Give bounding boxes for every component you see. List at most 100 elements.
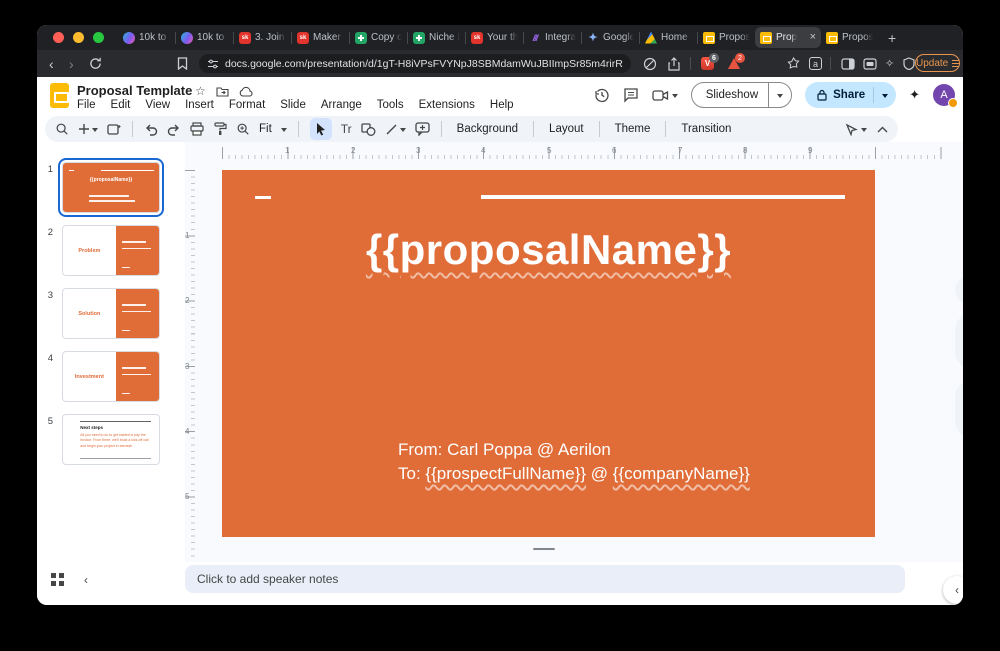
share-page-icon[interactable] <box>668 57 680 71</box>
menu-edit[interactable]: Edit <box>111 99 131 111</box>
zoom-window-button[interactable] <box>93 32 104 43</box>
browser-tab[interactable]: Copy of <box>350 27 407 48</box>
meet-video-icon[interactable] <box>652 89 678 102</box>
comments-icon[interactable] <box>623 87 639 103</box>
speaker-notes[interactable]: Click to add speaker notes <box>185 565 905 593</box>
search-menus-icon[interactable] <box>55 122 69 136</box>
menu-help[interactable]: Help <box>490 99 514 111</box>
layout-button[interactable]: Layout <box>545 123 588 135</box>
background-button[interactable]: Background <box>453 123 522 135</box>
text-box-tool[interactable]: Tr <box>341 122 352 136</box>
share-button[interactable]: Share <box>805 82 896 108</box>
paint-format-icon[interactable] <box>213 122 227 136</box>
slide-fromto-text[interactable]: From: Carl Poppa @ Aerilon To: {{prospec… <box>398 438 750 486</box>
share-dropdown[interactable] <box>874 90 896 101</box>
move-folder-icon[interactable] <box>216 86 229 97</box>
sidebar-toggle-icon[interactable] <box>841 58 855 70</box>
browser-tab[interactable]: 10k to $1 <box>176 27 233 48</box>
tab-search-icon[interactable] <box>863 58 877 70</box>
slide-thumbnail-2[interactable]: Problem <box>62 225 160 276</box>
collapse-filmstrip-icon[interactable]: ‹ <box>84 573 88 587</box>
browser-tab[interactable]: Proposal <box>698 27 755 48</box>
account-avatar[interactable]: A <box>933 84 955 106</box>
show-side-panel-button[interactable]: ‹ <box>943 576 963 604</box>
menu-file[interactable]: File <box>77 99 96 111</box>
slide-title-text[interactable]: {{proposalName}} <box>222 226 875 274</box>
print-icon[interactable] <box>190 122 204 136</box>
slide-thumbnail-5[interactable]: Next steps All you need to do to get sta… <box>62 414 160 465</box>
theme-button[interactable]: Theme <box>611 123 655 135</box>
minimize-window-button[interactable] <box>73 32 84 43</box>
menu-insert[interactable]: Insert <box>185 99 214 111</box>
cloud-status-icon[interactable] <box>239 86 253 97</box>
gemini-sparkle-icon[interactable]: ✦ <box>909 87 920 103</box>
forward-button[interactable]: › <box>69 57 74 71</box>
slide-canvas[interactable]: 1 2 3 4 5 6 7 8 9 1 2 3 4 5 {{proposalNa… <box>185 142 963 562</box>
zoom-in-icon[interactable] <box>236 122 250 136</box>
menu-view[interactable]: View <box>145 99 170 111</box>
star-icon[interactable]: ☆ <box>195 84 206 98</box>
browser-tab[interactable]: Proposal <box>821 27 878 48</box>
new-slide-layout-icon[interactable] <box>107 123 121 136</box>
google-slides-logo[interactable] <box>50 83 69 108</box>
vpn-extension-icon[interactable]: V 6 <box>701 57 714 70</box>
slideshow-label[interactable]: Slideshow <box>692 83 769 107</box>
zoom-select[interactable]: Fit <box>259 123 272 135</box>
chevron-down-icon <box>777 94 783 101</box>
chevron-down-icon[interactable] <box>281 128 287 135</box>
redo-icon[interactable] <box>167 123 181 136</box>
slide-editor-surface[interactable]: {{proposalName}} From: Carl Poppa @ Aeri… <box>222 170 875 537</box>
new-tab-button[interactable]: + <box>888 30 896 46</box>
extension-splat-icon[interactable] <box>787 57 800 70</box>
browser-tab[interactable]: Home - C <box>640 27 697 48</box>
new-slide-plus-icon[interactable] <box>78 123 98 135</box>
reload-button[interactable] <box>89 57 102 70</box>
line-tool-icon[interactable] <box>385 123 406 136</box>
slideshow-button[interactable]: Slideshow <box>691 82 792 108</box>
document-title[interactable]: Proposal Template <box>77 83 192 98</box>
version-history-icon[interactable] <box>594 87 610 103</box>
tab-favicon-icon: sk <box>471 32 483 44</box>
slide-thumbnail-1[interactable]: {{proposalName}} <box>62 162 160 213</box>
menu-tools[interactable]: Tools <box>377 99 404 111</box>
extension-a-icon[interactable]: a <box>809 57 822 70</box>
notes-resize-handle[interactable] <box>533 548 555 550</box>
preview-icon[interactable] <box>643 57 657 71</box>
privacy-shield-icon[interactable] <box>903 57 915 70</box>
close-window-button[interactable] <box>53 32 64 43</box>
bookmark-icon[interactable] <box>177 57 188 70</box>
menu-format[interactable]: Format <box>229 99 265 111</box>
slide-accent-line[interactable] <box>481 195 845 199</box>
tab-close-icon[interactable]: × <box>810 32 816 43</box>
menu-slide[interactable]: Slide <box>280 99 306 111</box>
browser-tab[interactable]: 10k to $1 <box>118 27 175 48</box>
menu-extensions[interactable]: Extensions <box>419 99 475 111</box>
browser-tab[interactable]: ✦Google C <box>582 27 639 48</box>
site-settings-icon[interactable] <box>207 58 219 70</box>
collapse-toolbar-icon[interactable] <box>877 126 888 133</box>
slideshow-dropdown[interactable] <box>769 83 791 107</box>
browser-tab[interactable]: sk3. Join 3 <box>234 27 291 48</box>
insert-comment-icon[interactable] <box>415 122 430 136</box>
menu-arrange[interactable]: Arrange <box>321 99 362 111</box>
browser-tab[interactable]: skYour thir <box>466 27 523 48</box>
undo-icon[interactable] <box>144 123 158 136</box>
slide-number: 5 <box>37 416 53 427</box>
back-button[interactable]: ‹ <box>49 57 54 71</box>
slide-thumbnail-3[interactable]: Solution <box>62 288 160 339</box>
update-browser-button[interactable]: Update <box>915 54 960 72</box>
spark-icon[interactable]: ✧ <box>885 57 894 70</box>
slide-accent-dash[interactable] <box>255 196 271 199</box>
pen-tool-icon[interactable] <box>845 123 867 136</box>
slide-thumbnail-4[interactable]: Investment <box>62 351 160 402</box>
shape-tool-icon[interactable] <box>361 123 376 136</box>
select-tool-active[interactable] <box>310 118 332 140</box>
browser-tab[interactable]: skMaker Sc <box>292 27 349 48</box>
browser-tab[interactable]: Niche Di <box>408 27 465 48</box>
browser-tab-active[interactable]: Prop× <box>755 27 821 48</box>
browser-tab[interactable]: ///Integratio <box>524 27 581 48</box>
adblock-extension-icon[interactable]: 2 <box>727 57 740 70</box>
grid-view-button[interactable] <box>51 573 64 586</box>
transition-button[interactable]: Transition <box>677 123 735 135</box>
address-bar[interactable]: docs.google.com/presentation/d/1gT-H8iVP… <box>199 54 631 73</box>
